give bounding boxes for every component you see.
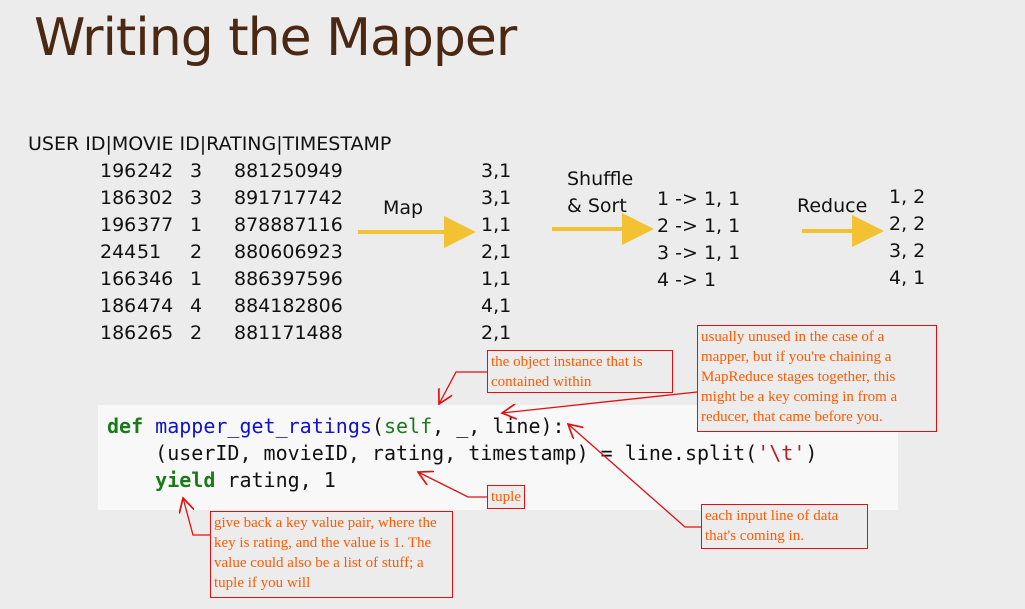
note-underscore: usually unused in the case of a mapper, … <box>697 325 937 432</box>
self-pointer <box>439 371 488 404</box>
tuple-pointer <box>418 472 487 498</box>
note-yield: give back a key value pair, where the ke… <box>210 511 453 598</box>
note-tuple: tuple <box>487 485 525 509</box>
note-self: the object instance that is contained wi… <box>487 350 673 393</box>
arrows-layer <box>0 213 884 536</box>
line-pointer <box>568 424 701 528</box>
yield-pointer <box>183 498 210 536</box>
note-line: each input line of data that's coming in… <box>701 504 868 549</box>
underscore-pointer <box>502 391 698 413</box>
